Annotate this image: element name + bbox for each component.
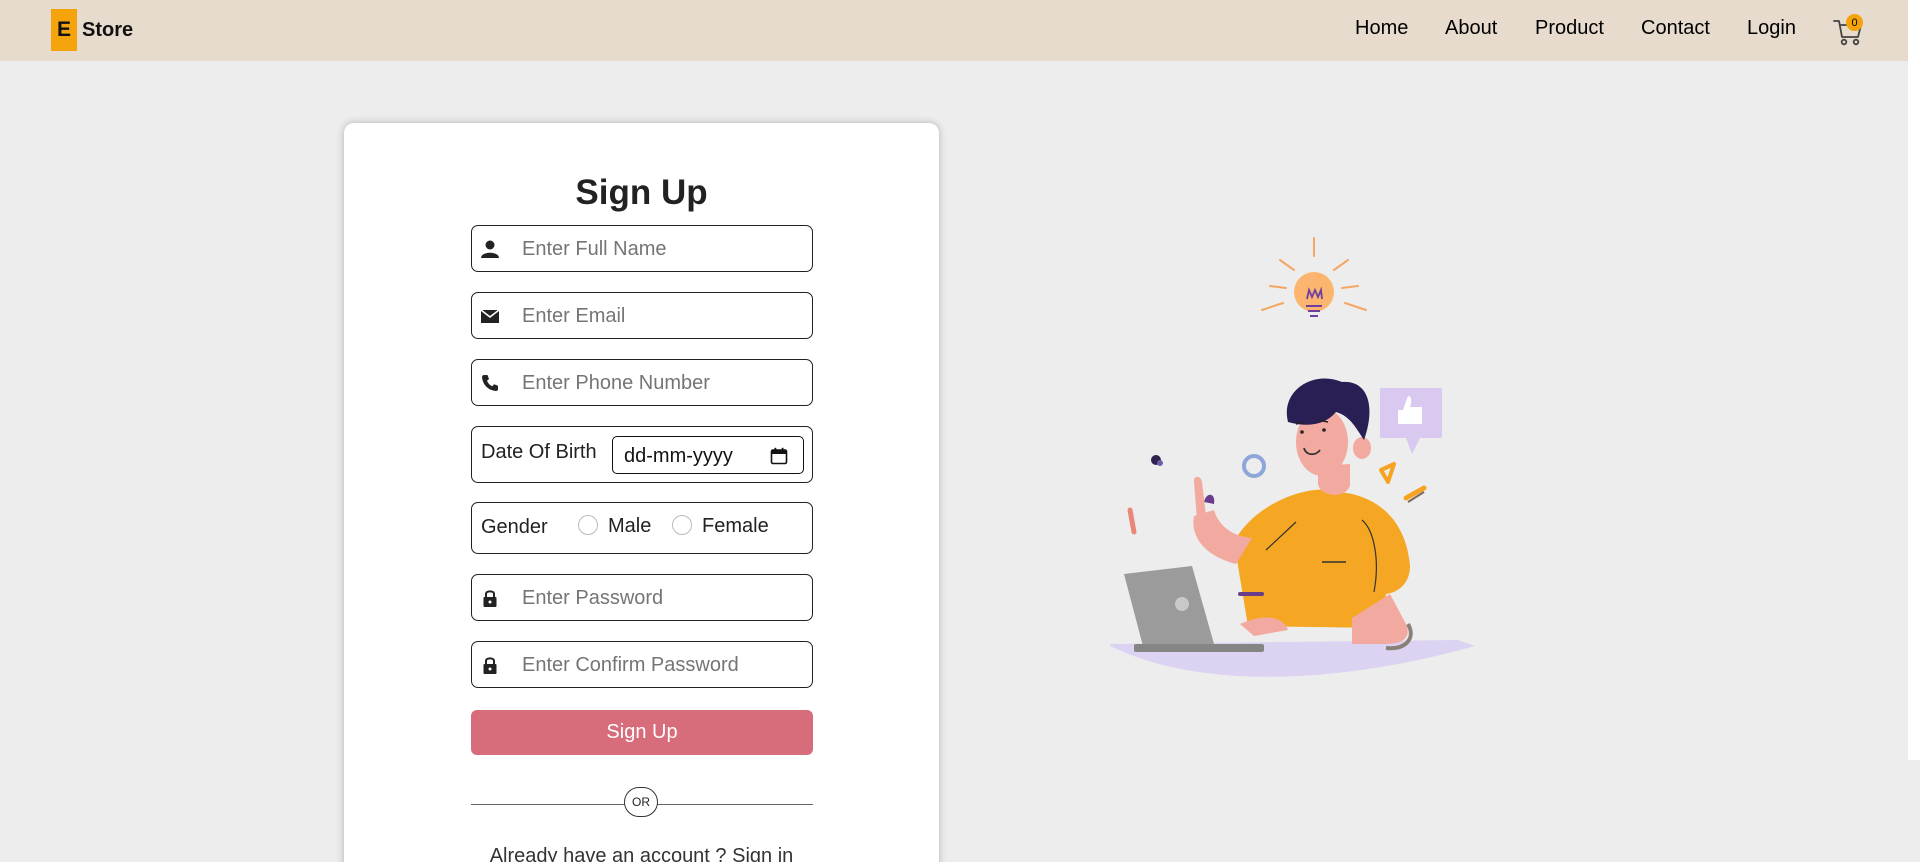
dob-date-input[interactable]: dd-mm-yyyy <box>612 436 804 474</box>
calendar-icon[interactable] <box>770 447 788 465</box>
signup-illustration <box>1110 237 1475 677</box>
phone-field <box>471 359 813 406</box>
email-field <box>471 292 813 339</box>
gender-female-radio[interactable] <box>672 515 692 535</box>
password-field <box>471 574 813 621</box>
signup-title: Sign Up <box>575 173 708 212</box>
dob-field: Date Of Birth dd-mm-yyyy <box>471 426 813 483</box>
nav-link-contact[interactable]: Contact <box>1641 17 1710 40</box>
gender-male-label[interactable]: Male <box>608 515 651 538</box>
signup-button[interactable]: Sign Up <box>471 710 813 755</box>
navbar: E Store Home About Product Contact Login… <box>0 0 1920 61</box>
user-icon <box>481 240 499 258</box>
dob-label: Date Of Birth <box>481 441 597 463</box>
nav-link-home[interactable]: Home <box>1355 17 1408 40</box>
nav-link-login[interactable]: Login <box>1747 17 1796 40</box>
lock-icon <box>483 590 497 607</box>
full-name-input[interactable] <box>522 234 802 264</box>
gender-male-radio[interactable] <box>578 515 598 535</box>
signup-card: Sign Up Date Of Birth dd-mm-yyyy <box>344 123 939 862</box>
gender-label: Gender <box>481 516 548 538</box>
full-name-field <box>471 225 813 272</box>
cart-count-badge: 0 <box>1846 14 1863 31</box>
phone-input[interactable] <box>522 368 802 398</box>
nav-link-product[interactable]: Product <box>1535 17 1604 40</box>
nav-link-about[interactable]: About <box>1445 17 1497 40</box>
confirm-password-input[interactable] <box>522 650 802 680</box>
gender-female-label[interactable]: Female <box>702 515 769 538</box>
password-input[interactable] <box>522 583 802 613</box>
or-divider: OR <box>624 787 658 817</box>
email-input[interactable] <box>522 301 802 331</box>
phone-icon <box>482 375 498 391</box>
envelope-icon <box>480 309 500 323</box>
confirm-password-field <box>471 641 813 688</box>
lock-icon <box>483 657 497 674</box>
scrollbar[interactable] <box>1908 0 1920 760</box>
dob-date-value: dd-mm-yyyy <box>624 445 733 467</box>
signin-link[interactable]: Already have an account ? Sign in <box>344 845 939 862</box>
nav-links: Home About Product Contact Login <box>0 0 1920 57</box>
lightbulb-icon <box>1261 237 1367 317</box>
gender-field: Gender Male Female <box>471 502 813 554</box>
